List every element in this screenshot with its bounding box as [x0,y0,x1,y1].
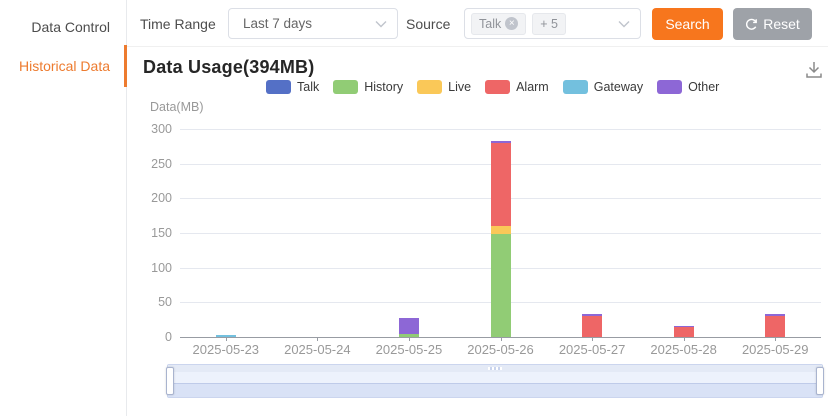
legend-swatch [657,80,682,94]
plot-area [180,129,821,337]
bar-2025-05-26-alarm[interactable] [491,143,511,226]
legend-label: Other [688,80,719,94]
datazoom-fill [168,383,822,397]
source-tag-talk-label: Talk [479,17,501,31]
y-tick-label: 150 [116,225,172,241]
source-tag-more[interactable]: + 5 [532,13,566,35]
chevron-down-icon [375,20,387,28]
y-tick-label: 250 [116,156,172,172]
sidebar-active-indicator [124,45,127,87]
legend-item-alarm[interactable]: Alarm [485,80,549,94]
x-tick-label: 2025-05-26 [455,342,547,357]
sidebar-item-historical-data[interactable]: Historical Data [0,52,127,80]
bar-2025-05-28-other[interactable] [674,326,694,328]
legend-label: Gateway [594,80,643,94]
time-range-label: Time Range [140,16,216,32]
x-tick-label: 2025-05-27 [546,342,638,357]
bar-2025-05-26-other[interactable] [491,141,511,143]
legend-label: History [364,80,403,94]
download-icon[interactable] [803,59,825,81]
y-tick-label: 100 [116,260,172,276]
source-label: Source [406,16,450,32]
x-tick-label: 2025-05-23 [180,342,272,357]
datazoom-move-bar[interactable] [168,365,822,372]
time-range-select[interactable]: Last 7 days [228,8,398,39]
bar-2025-05-29-alarm[interactable] [765,316,785,337]
bar-2025-05-27-alarm[interactable] [582,316,602,337]
search-button[interactable]: Search [652,8,723,40]
x-tick-label: 2025-05-25 [363,342,455,357]
legend-item-talk[interactable]: Talk [266,80,319,94]
legend-label: Alarm [516,80,549,94]
refresh-icon [745,18,758,31]
reset-button-label: Reset [763,16,800,32]
x-axis-line [180,337,821,338]
bar-2025-05-29-other[interactable] [765,314,785,316]
datazoom-grip-icon [488,367,502,370]
legend-item-live[interactable]: Live [417,80,471,94]
gridline [180,129,821,130]
legend-swatch [417,80,442,94]
sidebar: Data Control Historical Data [0,0,127,416]
bar-2025-05-27-other[interactable] [582,314,602,316]
legend-swatch [485,80,510,94]
topbar-divider [127,46,828,47]
bar-2025-05-26-live[interactable] [491,226,511,234]
source-tag-more-label: + 5 [540,17,558,31]
legend-swatch [266,80,291,94]
legend-item-history[interactable]: History [333,80,403,94]
bar-2025-05-26-history[interactable] [491,234,511,337]
bar-2025-05-28-alarm[interactable] [674,327,694,337]
tag-close-icon[interactable]: × [505,17,518,30]
x-axis-labels: 2025-05-232025-05-242025-05-252025-05-26… [180,342,821,358]
x-tick-label: 2025-05-28 [638,342,730,357]
source-select[interactable]: Talk × + 5 [464,8,641,39]
datazoom-handle-left[interactable] [166,367,174,395]
legend-item-other[interactable]: Other [657,80,719,94]
chart-title: Data Usage(394MB) [143,57,314,78]
bar-2025-05-25-other[interactable] [399,318,419,334]
time-range-value: Last 7 days [229,16,375,31]
legend-item-gateway[interactable]: Gateway [563,80,643,94]
reset-button[interactable]: Reset [733,8,812,40]
legend-label: Talk [297,80,319,94]
chevron-down-icon [618,20,630,28]
datazoom-slider[interactable] [167,364,823,398]
y-axis-labels: 050100150200250300 [116,129,172,337]
x-tick-label: 2025-05-24 [272,342,364,357]
x-tick-label: 2025-05-29 [729,342,821,357]
legend-swatch [563,80,588,94]
page-root: Data Control Historical Data Time Range … [0,0,828,416]
datazoom-handle-right[interactable] [816,367,824,395]
legend-label: Live [448,80,471,94]
source-tag-talk[interactable]: Talk × [471,13,526,35]
y-tick-label: 0 [116,329,172,345]
y-axis-title: Data(MB) [150,100,203,114]
chart-legend: Talk History Live Alarm Gateway Other [266,80,719,94]
sidebar-item-data-control[interactable]: Data Control [0,13,127,41]
y-tick-label: 50 [116,294,172,310]
legend-swatch [333,80,358,94]
y-tick-label: 200 [116,190,172,206]
y-tick-label: 300 [116,121,172,137]
